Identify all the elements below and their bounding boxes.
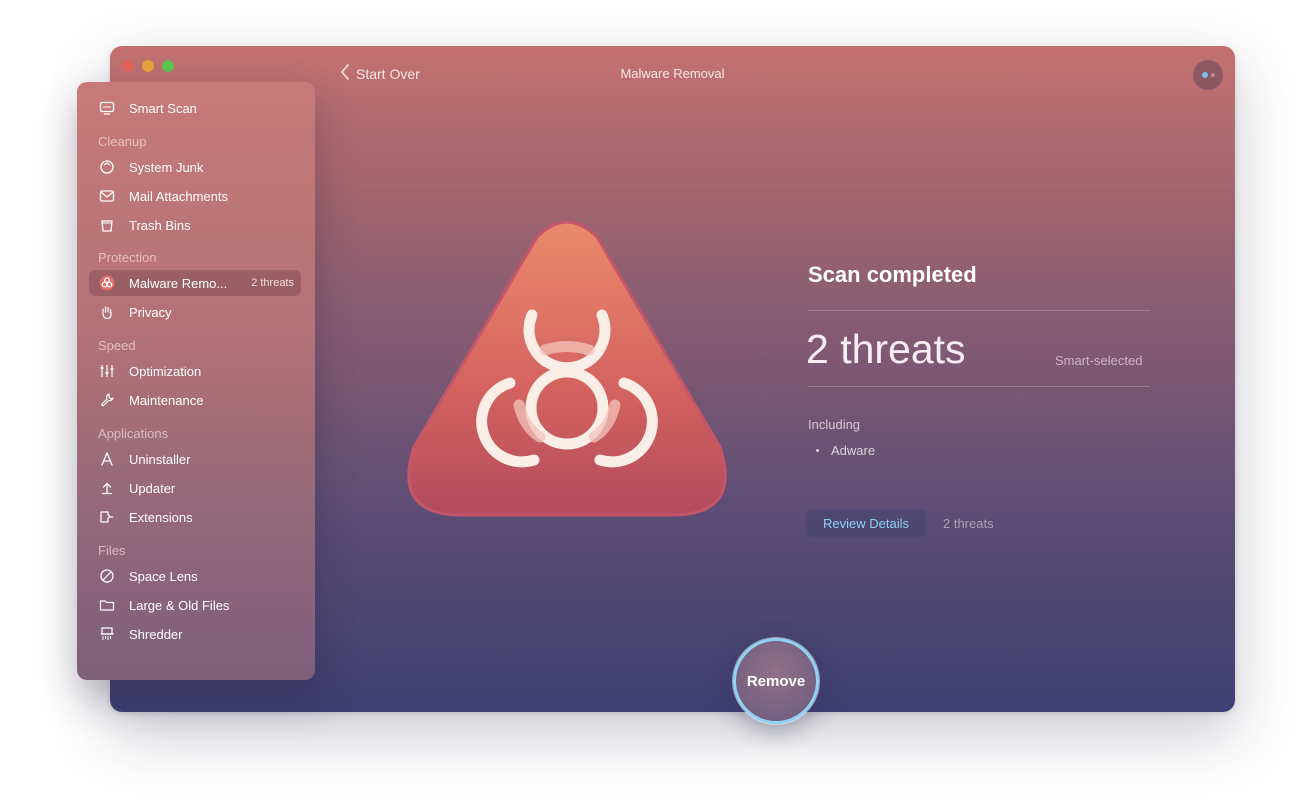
monitor-icon xyxy=(98,99,116,117)
sidebar-item-label: Optimization xyxy=(129,363,202,379)
shredder-icon xyxy=(98,625,116,643)
threat-count: 2 threats xyxy=(806,326,966,372)
sidebar-item-mail-attachments[interactable]: Mail Attachments xyxy=(89,183,301,209)
window-title: Malware Removal xyxy=(620,66,725,81)
divider xyxy=(808,386,1150,387)
trash-icon xyxy=(98,216,116,234)
review-threat-count: 2 threats xyxy=(943,516,994,531)
sidebar-item-updater[interactable]: Updater xyxy=(89,475,301,501)
sidebar-item-label: Malware Remo... xyxy=(129,275,228,291)
threat-type-label: Adware xyxy=(831,443,876,458)
sidebar-item-trash-bins[interactable]: Trash Bins xyxy=(89,212,301,238)
recycle-icon xyxy=(98,158,116,176)
sidebar-item-malware-removal[interactable]: Malware Remo... 2 threats xyxy=(89,270,301,296)
sidebar-item-smart-scan[interactable]: Smart Scan xyxy=(89,95,301,121)
sidebar-item-extensions[interactable]: Extensions xyxy=(89,504,301,530)
hand-icon xyxy=(98,303,116,321)
smart-selected-label: Smart-selected xyxy=(1055,353,1143,368)
sidebar-item-uninstaller[interactable]: Uninstaller xyxy=(89,446,301,472)
sidebar-item-label: Maintenance xyxy=(129,392,204,408)
threat-type-item: Adware xyxy=(816,443,875,458)
threat-count-badge: 2 threats xyxy=(251,277,294,289)
extension-icon xyxy=(98,508,116,526)
biohazard-warning-icon xyxy=(407,220,727,517)
sidebar-item-space-lens[interactable]: Space Lens xyxy=(89,563,301,589)
sidebar-item-optimization[interactable]: Optimization xyxy=(89,358,301,384)
sidebar-item-label: Shredder xyxy=(129,626,183,642)
sidebar-item-label: Uninstaller xyxy=(129,451,191,467)
sidebar: Smart Scan Cleanup System Junk Mail Atta… xyxy=(77,82,315,680)
remove-button[interactable]: Remove xyxy=(733,638,819,724)
sidebar-item-label: Space Lens xyxy=(129,568,198,584)
review-details-button[interactable]: Review Details xyxy=(806,509,926,537)
including-label: Including xyxy=(808,417,861,432)
sidebar-section-files: Files xyxy=(98,543,126,558)
sidebar-item-label: Large & Old Files xyxy=(129,597,230,613)
update-arrow-icon xyxy=(98,479,116,497)
scan-status-title: Scan completed xyxy=(808,262,977,287)
sliders-icon xyxy=(98,362,116,380)
sidebar-section-applications: Applications xyxy=(98,426,169,441)
sidebar-item-system-junk[interactable]: System Junk xyxy=(89,154,301,180)
sidebar-item-label: Updater xyxy=(129,480,176,496)
assistant-button[interactable] xyxy=(1193,60,1223,90)
lens-icon xyxy=(98,567,116,585)
sidebar-item-label: Privacy xyxy=(129,304,172,320)
sidebar-item-maintenance[interactable]: Maintenance xyxy=(89,387,301,413)
envelope-icon xyxy=(98,187,116,205)
wrench-icon xyxy=(98,391,116,409)
sidebar-section-protection: Protection xyxy=(98,250,157,265)
sidebar-item-large-old-files[interactable]: Large & Old Files xyxy=(89,592,301,618)
folder-icon xyxy=(98,596,116,614)
divider xyxy=(808,310,1150,311)
sidebar-item-label: Trash Bins xyxy=(129,217,191,233)
assistant-dot-icon xyxy=(1201,72,1208,78)
sidebar-item-privacy[interactable]: Privacy xyxy=(89,299,301,325)
biohazard-icon xyxy=(98,274,116,292)
uninstaller-icon xyxy=(98,450,116,468)
sidebar-item-label: Smart Scan xyxy=(129,100,197,116)
sidebar-section-cleanup: Cleanup xyxy=(98,134,147,149)
sidebar-section-speed: Speed xyxy=(98,338,136,353)
sidebar-item-label: System Junk xyxy=(129,159,204,175)
sidebar-item-label: Extensions xyxy=(129,509,193,525)
sidebar-item-shredder[interactable]: Shredder xyxy=(89,621,301,647)
sidebar-item-label: Mail Attachments xyxy=(129,188,228,204)
